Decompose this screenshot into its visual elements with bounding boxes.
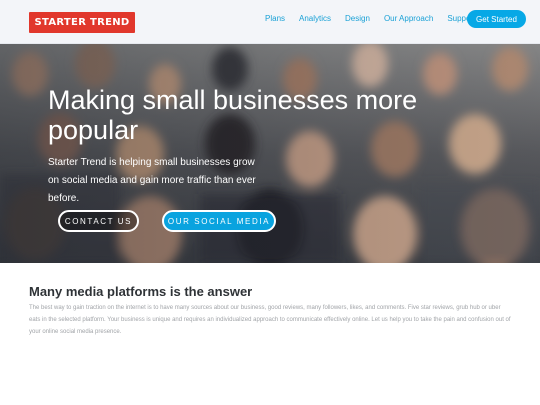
hero-subtitle: Starter Trend is helping small businesse… [48, 157, 256, 204]
get-started-button[interactable]: Get Started [467, 10, 526, 28]
section-title: Many media platforms is the answer [29, 284, 253, 299]
brand-logo[interactable]: STARTER TREND [29, 12, 135, 33]
nav-link-our-approach[interactable]: Our Approach [384, 14, 433, 24]
nav-link-design[interactable]: Design [345, 14, 370, 24]
top-navbar: STARTER TREND Plans Analytics Design Our… [0, 0, 540, 44]
hero-banner: Making small businesses more popular Sta… [0, 44, 540, 263]
hero-title: Making small businesses more popular [48, 85, 418, 145]
our-social-media-button[interactable]: OUR SOCIAL MEDIA [162, 210, 276, 232]
section-body: The best way to gain traction on the int… [29, 305, 511, 335]
logo-text: STARTER TREND [34, 17, 130, 28]
nav-link-plans[interactable]: Plans [265, 14, 285, 24]
contact-us-button[interactable]: CONTACT US [58, 210, 139, 232]
main-nav: Plans Analytics Design Our Approach Supp… [265, 14, 489, 24]
nav-link-analytics[interactable]: Analytics [299, 14, 331, 24]
